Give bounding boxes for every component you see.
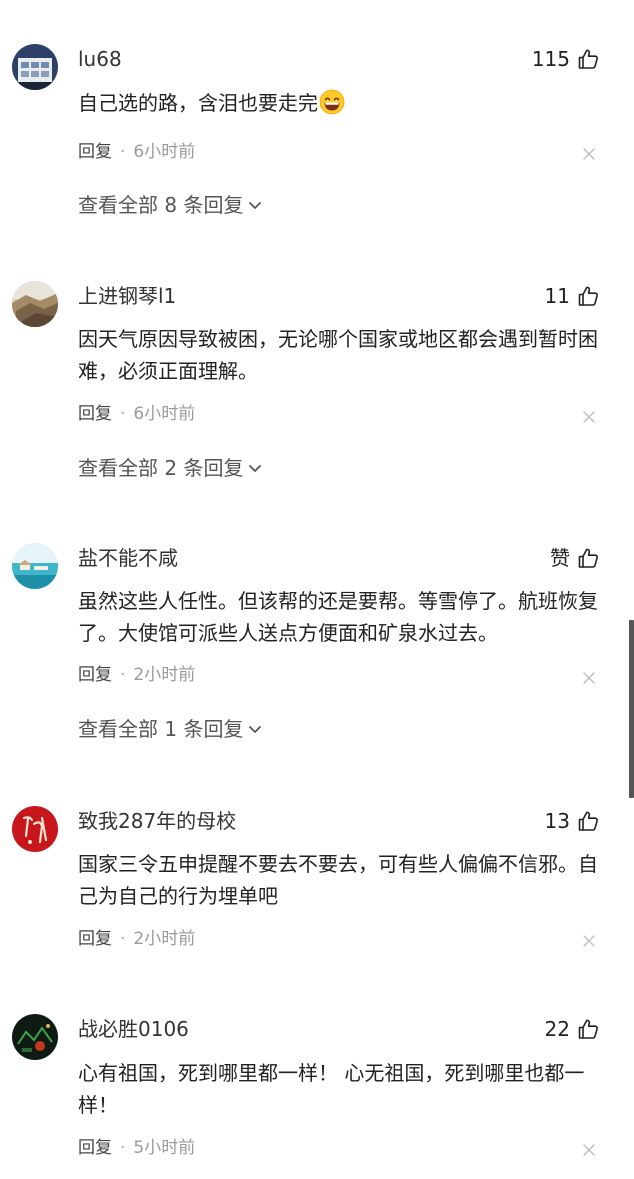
chevron-down-icon xyxy=(249,726,262,733)
avatar[interactable] xyxy=(12,543,58,589)
view-all-replies-button[interactable]: 查看全部 8 条回复 xyxy=(78,191,263,219)
comment-meta: 回复 · 2小时前 xyxy=(78,663,195,687)
avatar[interactable] xyxy=(12,1014,58,1060)
timestamp: 6小时前 xyxy=(133,142,196,162)
separator-dot: · xyxy=(120,929,126,949)
timestamp: 6小时前 xyxy=(133,404,196,424)
view-all-replies-label: 查看全部 1 条回复 xyxy=(78,717,244,741)
separator-dot: · xyxy=(120,404,126,424)
reply-button[interactable]: 回复 xyxy=(78,927,112,951)
like-button[interactable]: 11 xyxy=(545,281,600,311)
grinning-face-emoji xyxy=(319,89,345,115)
separator-dot: · xyxy=(120,1138,126,1158)
separator-dot: · xyxy=(120,142,126,162)
like-button[interactable]: 赞 xyxy=(550,543,600,573)
thumbs-up-icon[interactable] xyxy=(576,47,600,71)
avatar[interactable] xyxy=(12,806,58,852)
thumbs-up-icon[interactable] xyxy=(576,546,600,570)
close-icon[interactable] xyxy=(582,1143,596,1157)
thumbs-up-icon[interactable] xyxy=(576,284,600,308)
comment-meta: 回复 · 6小时前 xyxy=(78,140,195,164)
close-icon[interactable] xyxy=(582,671,596,685)
reply-button[interactable]: 回复 xyxy=(78,1136,112,1160)
avatar[interactable] xyxy=(12,281,58,327)
like-button[interactable]: 22 xyxy=(545,1014,600,1044)
username[interactable]: 致我287年的母校 xyxy=(78,808,236,834)
like-count: 22 xyxy=(544,1017,570,1041)
username[interactable]: 战必胜0106 xyxy=(78,1016,189,1042)
view-all-replies-label: 查看全部 8 条回复 xyxy=(78,193,244,217)
username[interactable]: 盐不能不咸 xyxy=(78,545,178,571)
like-button[interactable]: 13 xyxy=(545,806,600,836)
reply-button[interactable]: 回复 xyxy=(78,140,112,164)
like-count: 13 xyxy=(544,809,570,833)
close-icon[interactable] xyxy=(582,934,596,948)
separator-dot: · xyxy=(120,665,126,685)
view-all-replies-button[interactable]: 查看全部 2 条回复 xyxy=(78,454,263,482)
chevron-down-icon xyxy=(249,465,262,472)
username[interactable]: lu68 xyxy=(78,46,122,72)
timestamp: 5小时前 xyxy=(133,1138,196,1158)
close-icon[interactable] xyxy=(582,410,596,424)
comment-text: 心有祖国，死到哪里都一样！ 心无祖国，死到哪里也都一样！ xyxy=(78,1061,585,1117)
timestamp: 2小时前 xyxy=(133,929,196,949)
chevron-down-icon xyxy=(249,202,262,209)
comment-text: 自己选的路，含泪也要走完 xyxy=(78,87,606,119)
thumbs-up-icon[interactable] xyxy=(576,1017,600,1041)
comment-meta: 回复 · 2小时前 xyxy=(78,927,195,951)
view-all-replies-label: 查看全部 2 条回复 xyxy=(78,456,244,480)
comment-text: 国家三令五申提醒不要去不要去，可有些人偏偏不信邪。自己为自己的行为埋单吧 xyxy=(78,852,598,908)
like-count: 115 xyxy=(531,47,570,71)
thumbs-up-icon[interactable] xyxy=(576,809,600,833)
comment-text: 虽然这些人任性。但该帮的还是要帮。等雪停了。航班恢复了。大使馆可派些人送点方便面… xyxy=(78,589,598,645)
avatar[interactable] xyxy=(12,44,58,90)
comment-meta: 回复 · 6小时前 xyxy=(78,402,195,426)
username[interactable]: 上进钢琴l1 xyxy=(78,283,176,309)
reply-button[interactable]: 回复 xyxy=(78,663,112,687)
view-all-replies-button[interactable]: 查看全部 1 条回复 xyxy=(78,715,263,743)
comment-meta: 回复 · 5小时前 xyxy=(78,1136,195,1160)
scrollbar[interactable] xyxy=(629,620,634,798)
like-count: 11 xyxy=(544,284,570,308)
close-icon[interactable] xyxy=(582,147,596,161)
comment-text: 因天气原因导致被困，无论哪个国家或地区都会遇到暂时困难，必须正面理解。 xyxy=(78,327,598,383)
like-button[interactable]: 115 xyxy=(532,44,600,74)
like-count: 赞 xyxy=(550,546,570,570)
reply-button[interactable]: 回复 xyxy=(78,402,112,426)
timestamp: 2小时前 xyxy=(133,665,196,685)
